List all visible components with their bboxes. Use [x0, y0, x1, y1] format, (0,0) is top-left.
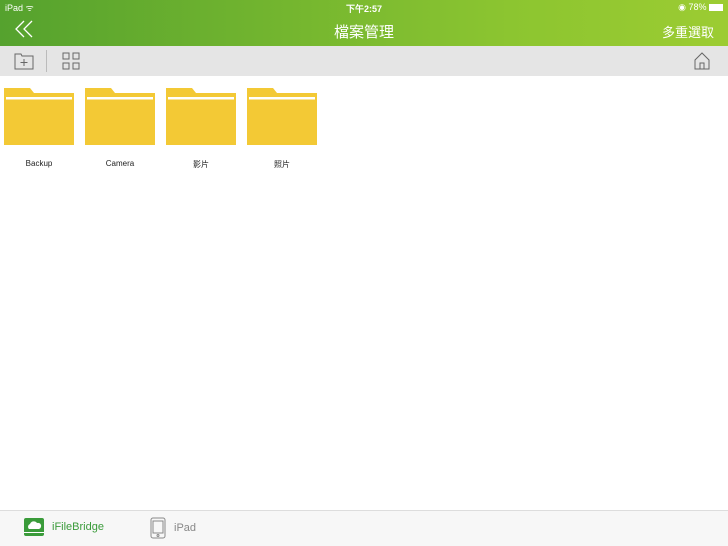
grid-view-button[interactable]: [62, 52, 80, 75]
status-bar: iPad ᯤ 下午2:57 ◉ 78%: [0, 0, 728, 14]
folder-icon: [166, 88, 236, 145]
tab-label: iPad: [174, 522, 197, 534]
folder-item[interactable]: Backup: [4, 88, 74, 170]
toolbar-divider: [46, 50, 47, 72]
cloud-drive-icon: [24, 518, 44, 536]
folder-icon: [4, 88, 74, 145]
folder-item[interactable]: Camera: [85, 88, 155, 170]
folder-name: Camera: [105, 159, 135, 168]
folder-item[interactable]: 照片: [247, 88, 317, 170]
folder-name: Backup: [25, 159, 53, 168]
toolbar: [0, 46, 728, 76]
tab-label: iFileBridge: [52, 521, 104, 533]
folder-icon: [247, 88, 317, 145]
new-folder-button[interactable]: [14, 52, 34, 75]
folder-name: 照片: [274, 160, 290, 169]
grid-icon: [62, 52, 80, 70]
tab-ipad[interactable]: iPad: [150, 517, 196, 539]
folder-plus-icon: [14, 53, 34, 70]
ipad-device-icon: [150, 517, 166, 539]
folder-name: 影片: [193, 160, 209, 169]
multi-select-button[interactable]: 多重選取: [662, 22, 714, 41]
home-button[interactable]: [694, 52, 710, 75]
tab-ifilebridge[interactable]: iFileBridge: [24, 517, 104, 537]
header: iPad ᯤ 下午2:57 ◉ 78% 檔案管理 多重選取: [0, 0, 728, 46]
home-icon: [694, 52, 710, 70]
bottom-tab-bar: iFileBridge iPad: [0, 510, 728, 546]
folder-item[interactable]: 影片: [166, 88, 236, 170]
folder-icon: [85, 88, 155, 145]
folder-grid: Backup Camera 影片 照片: [4, 88, 317, 170]
page-title: 檔案管理: [333, 24, 394, 41]
